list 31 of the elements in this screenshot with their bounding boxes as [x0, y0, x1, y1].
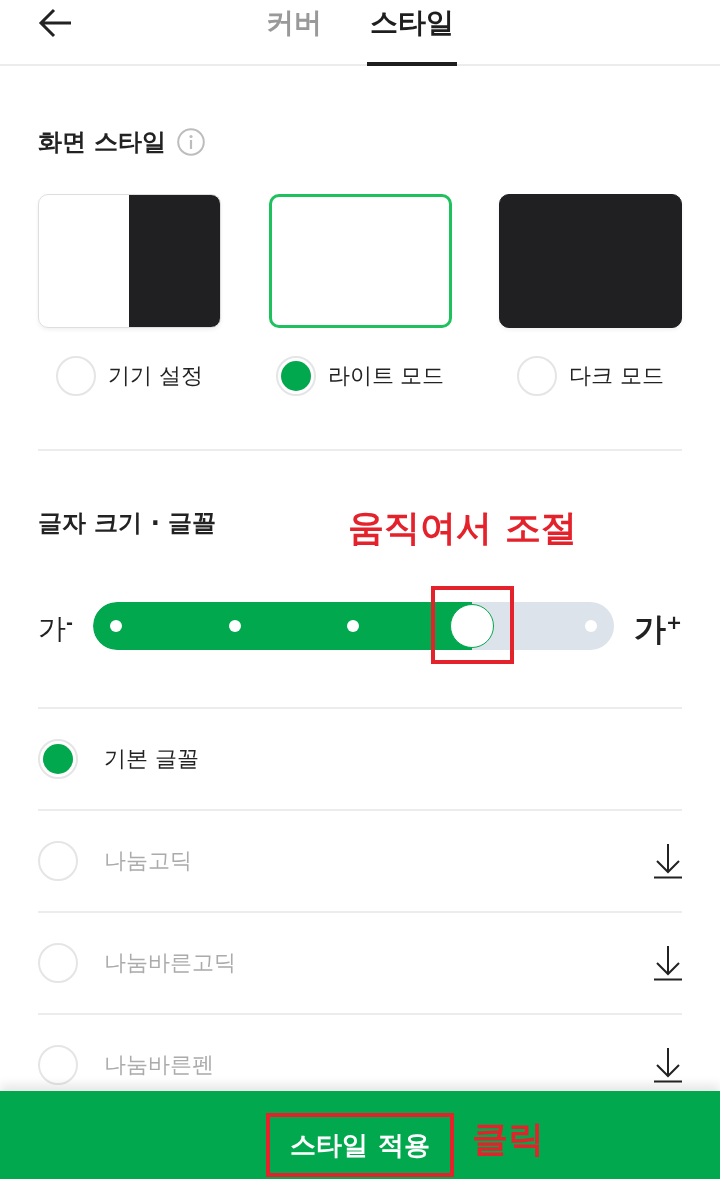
- option-label: 기기 설정: [108, 362, 203, 390]
- annotation-text: 움직여서 조절: [348, 506, 578, 550]
- font-option[interactable]: 기본 글꼴: [104, 744, 199, 774]
- radio-button[interactable]: [56, 356, 96, 396]
- font-option[interactable]: 나눔바른고딕: [104, 948, 236, 978]
- radio-button[interactable]: [275, 356, 316, 396]
- large-size-label: 가$^{+}$: [633, 608, 682, 648]
- option-label: 다크 모드: [569, 362, 664, 390]
- radio-button[interactable]: [38, 841, 78, 881]
- download-icon[interactable]: [654, 945, 682, 981]
- step-dot: [584, 620, 597, 632]
- tab[interactable]: 커버: [263, 0, 325, 66]
- download-icon[interactable]: [654, 843, 682, 879]
- small-size-label: 가$^{-}$: [38, 611, 73, 647]
- back-button[interactable]: [36, 6, 74, 40]
- tab[interactable]: 스타일: [367, 0, 457, 66]
- font-option[interactable]: 나눔바른펜: [104, 1050, 214, 1080]
- annotation-text: 클릭: [471, 1117, 544, 1161]
- info-icon[interactable]: [177, 128, 206, 156]
- section-title: 화면 스타일: [38, 127, 167, 158]
- radio-button[interactable]: [38, 739, 78, 779]
- download-icon[interactable]: [654, 1047, 682, 1083]
- section-title: 글자 크기 · 글꼴: [38, 508, 218, 539]
- radio-button[interactable]: [38, 943, 78, 983]
- option-label: 라이트 모드: [327, 362, 445, 390]
- arrow-left-icon: [38, 8, 72, 38]
- radio-button[interactable]: [38, 1045, 78, 1085]
- slider-track[interactable]: [92, 602, 614, 650]
- radio-button[interactable]: [517, 356, 557, 396]
- apply-button[interactable]: 스타일 적용: [266, 1113, 454, 1177]
- font-option[interactable]: 나눔고딕: [104, 846, 192, 876]
